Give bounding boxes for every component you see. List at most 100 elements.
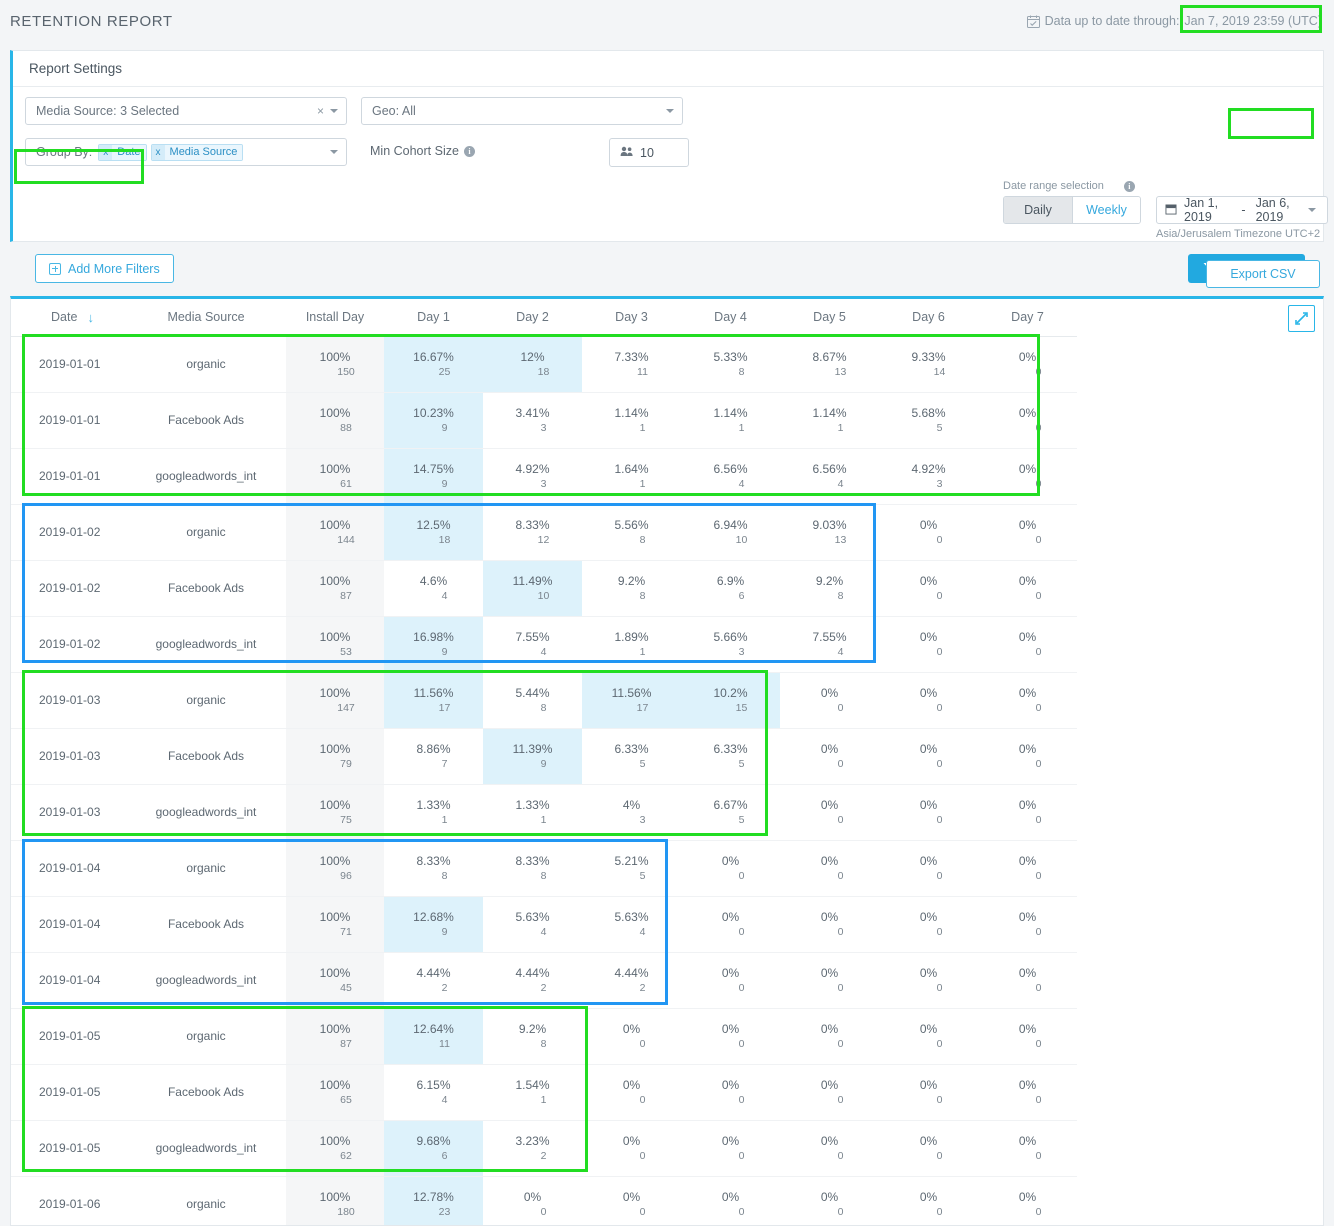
date-range-end-group[interactable]: Jan 6, 2019 — [1253, 194, 1319, 226]
cell-percent: 11.56% — [612, 685, 652, 701]
cell-count: 96 — [340, 869, 352, 883]
cell-day-6: 9.33%14 — [879, 336, 978, 392]
cell-count: 0 — [640, 1205, 646, 1219]
cell-install-day: 100%87 — [286, 1008, 384, 1064]
cell-percent: 0% — [920, 517, 937, 533]
cell-day-6: 0%0 — [879, 728, 978, 784]
cell-count: 11 — [439, 1037, 450, 1051]
cell-count: 23 — [439, 1205, 451, 1219]
cell-percent: 6.56% — [713, 461, 747, 477]
cell-day-3: 0%0 — [582, 1008, 681, 1064]
info-icon[interactable]: i — [1124, 181, 1135, 192]
cell-percent: 6.56% — [812, 461, 846, 477]
cell-percent: 7.55% — [515, 629, 549, 645]
cell-day-1: 4.44%2 — [384, 952, 483, 1008]
cell-day-2: 7.55%4 — [483, 616, 582, 672]
sort-descending-icon[interactable]: ↓ — [88, 310, 95, 325]
cell-day-3: 11.56%17 — [582, 672, 681, 728]
group-by-select[interactable]: Group By: x Date x Media Source — [25, 138, 347, 166]
retention-table: Date ↓ Media Source Install Day Day 1 Da… — [11, 299, 1077, 1226]
media-source-select[interactable]: Media Source: 3 Selected × — [25, 97, 347, 125]
cell-day-3: 1.64%1 — [582, 448, 681, 504]
column-header-day-1[interactable]: Day 1 — [384, 299, 483, 336]
add-more-filters-button[interactable]: Add More Filters — [35, 254, 174, 283]
cell-day-7: 0%0 — [978, 1176, 1077, 1226]
min-cohort-size-label: Min Cohort Size — [370, 144, 459, 158]
table-row: 2019-01-02Facebook Ads100%874.6%411.49%1… — [11, 560, 1077, 616]
column-header-day-7[interactable]: Day 7 — [978, 299, 1077, 336]
report-settings-tab[interactable]: Report Settings — [13, 51, 1323, 87]
cell-percent: 100% — [320, 405, 351, 421]
column-header-install-day[interactable]: Install Day — [286, 299, 384, 336]
table-row: 2019-01-04googleadwords_int100%454.44%24… — [11, 952, 1077, 1008]
report-settings-body: Media Source: 3 Selected × Geo: All Grou… — [13, 87, 1323, 242]
column-header-date[interactable]: Date ↓ — [11, 299, 126, 336]
cell-date: 2019-01-05 — [11, 1008, 126, 1064]
retention-table-panel: Date ↓ Media Source Install Day Day 1 Da… — [10, 296, 1324, 1226]
cell-day-2: 5.63%4 — [483, 896, 582, 952]
cell-count: 45 — [340, 981, 352, 995]
cell-percent: 6.33% — [713, 741, 747, 757]
group-by-chip-date[interactable]: x Date — [98, 144, 146, 161]
cell-count: 2 — [541, 981, 547, 995]
cell-day-2: 12%18 — [483, 336, 582, 392]
report-settings-tab-label: Report Settings — [29, 61, 122, 76]
cell-percent: 0% — [722, 1133, 739, 1149]
cell-day-6: 0%0 — [879, 1176, 978, 1226]
granularity-daily[interactable]: Daily — [1004, 197, 1072, 223]
cell-day-2: 3.41%3 — [483, 392, 582, 448]
granularity-weekly[interactable]: Weekly — [1072, 197, 1140, 223]
cell-percent: 0% — [1019, 1133, 1036, 1149]
cell-percent: 9.2% — [519, 1021, 546, 1037]
column-header-media-source[interactable]: Media Source — [126, 299, 286, 336]
cell-count: 0 — [937, 701, 943, 715]
cell-day-2: 4.92%3 — [483, 448, 582, 504]
cell-percent: 0% — [920, 685, 937, 701]
cell-count: 0 — [1036, 533, 1042, 547]
column-header-day-2[interactable]: Day 2 — [483, 299, 582, 336]
cell-percent: 5.21% — [614, 853, 648, 869]
cell-install-day: 100%88 — [286, 392, 384, 448]
export-csv-label: Export CSV — [1230, 267, 1295, 281]
media-source-clear-icon[interactable]: × — [317, 104, 324, 118]
cell-install-day: 100%96 — [286, 840, 384, 896]
cell-day-2: 3.23%2 — [483, 1120, 582, 1176]
expand-icon[interactable] — [1288, 305, 1315, 332]
cell-percent: 0% — [1019, 965, 1036, 981]
export-csv-button[interactable]: Export CSV — [1206, 260, 1320, 288]
table-row: 2019-01-03Facebook Ads100%798.86%711.39%… — [11, 728, 1077, 784]
cell-count: 0 — [739, 1037, 745, 1051]
chip-remove-icon[interactable]: x — [152, 145, 165, 160]
cell-day-5: 8.67%13 — [780, 336, 879, 392]
cell-day-6: 0%0 — [879, 840, 978, 896]
column-header-day-4[interactable]: Day 4 — [681, 299, 780, 336]
group-by-chip-media-source[interactable]: x Media Source — [151, 144, 244, 161]
cell-count: 4 — [442, 589, 448, 603]
cell-percent: 0% — [821, 685, 838, 701]
column-header-day-5[interactable]: Day 5 — [780, 299, 879, 336]
date-range-picker[interactable]: Jan 1, 2019 - Jan 6, 2019 — [1156, 196, 1328, 224]
column-header-day-3[interactable]: Day 3 — [582, 299, 681, 336]
cell-percent: 0% — [1019, 461, 1036, 477]
cell-count: 79 — [340, 757, 352, 771]
cell-percent: 0% — [623, 1077, 640, 1093]
cell-percent: 0% — [722, 1077, 739, 1093]
column-header-day-6[interactable]: Day 6 — [879, 299, 978, 336]
cell-day-1: 14.75%9 — [384, 448, 483, 504]
cell-percent: 16.98% — [413, 629, 454, 645]
cell-count: 5 — [739, 757, 745, 771]
cell-percent: 0% — [1019, 797, 1036, 813]
chip-remove-icon[interactable]: x — [99, 145, 112, 160]
geo-select[interactable]: Geo: All — [361, 97, 683, 125]
granularity-toggle[interactable]: Daily Weekly — [1003, 196, 1141, 224]
cell-percent: 11.56% — [414, 685, 454, 701]
cell-percent: 0% — [1019, 1021, 1036, 1037]
min-cohort-size-input[interactable]: 10 — [609, 138, 689, 167]
cell-day-7: 0%0 — [978, 392, 1077, 448]
cell-count: 150 — [337, 365, 355, 379]
cell-count: 0 — [739, 981, 745, 995]
cell-percent: 12% — [520, 349, 544, 365]
cell-percent: 100% — [320, 965, 351, 981]
cell-count: 10 — [538, 589, 550, 603]
info-icon[interactable]: i — [464, 146, 475, 157]
